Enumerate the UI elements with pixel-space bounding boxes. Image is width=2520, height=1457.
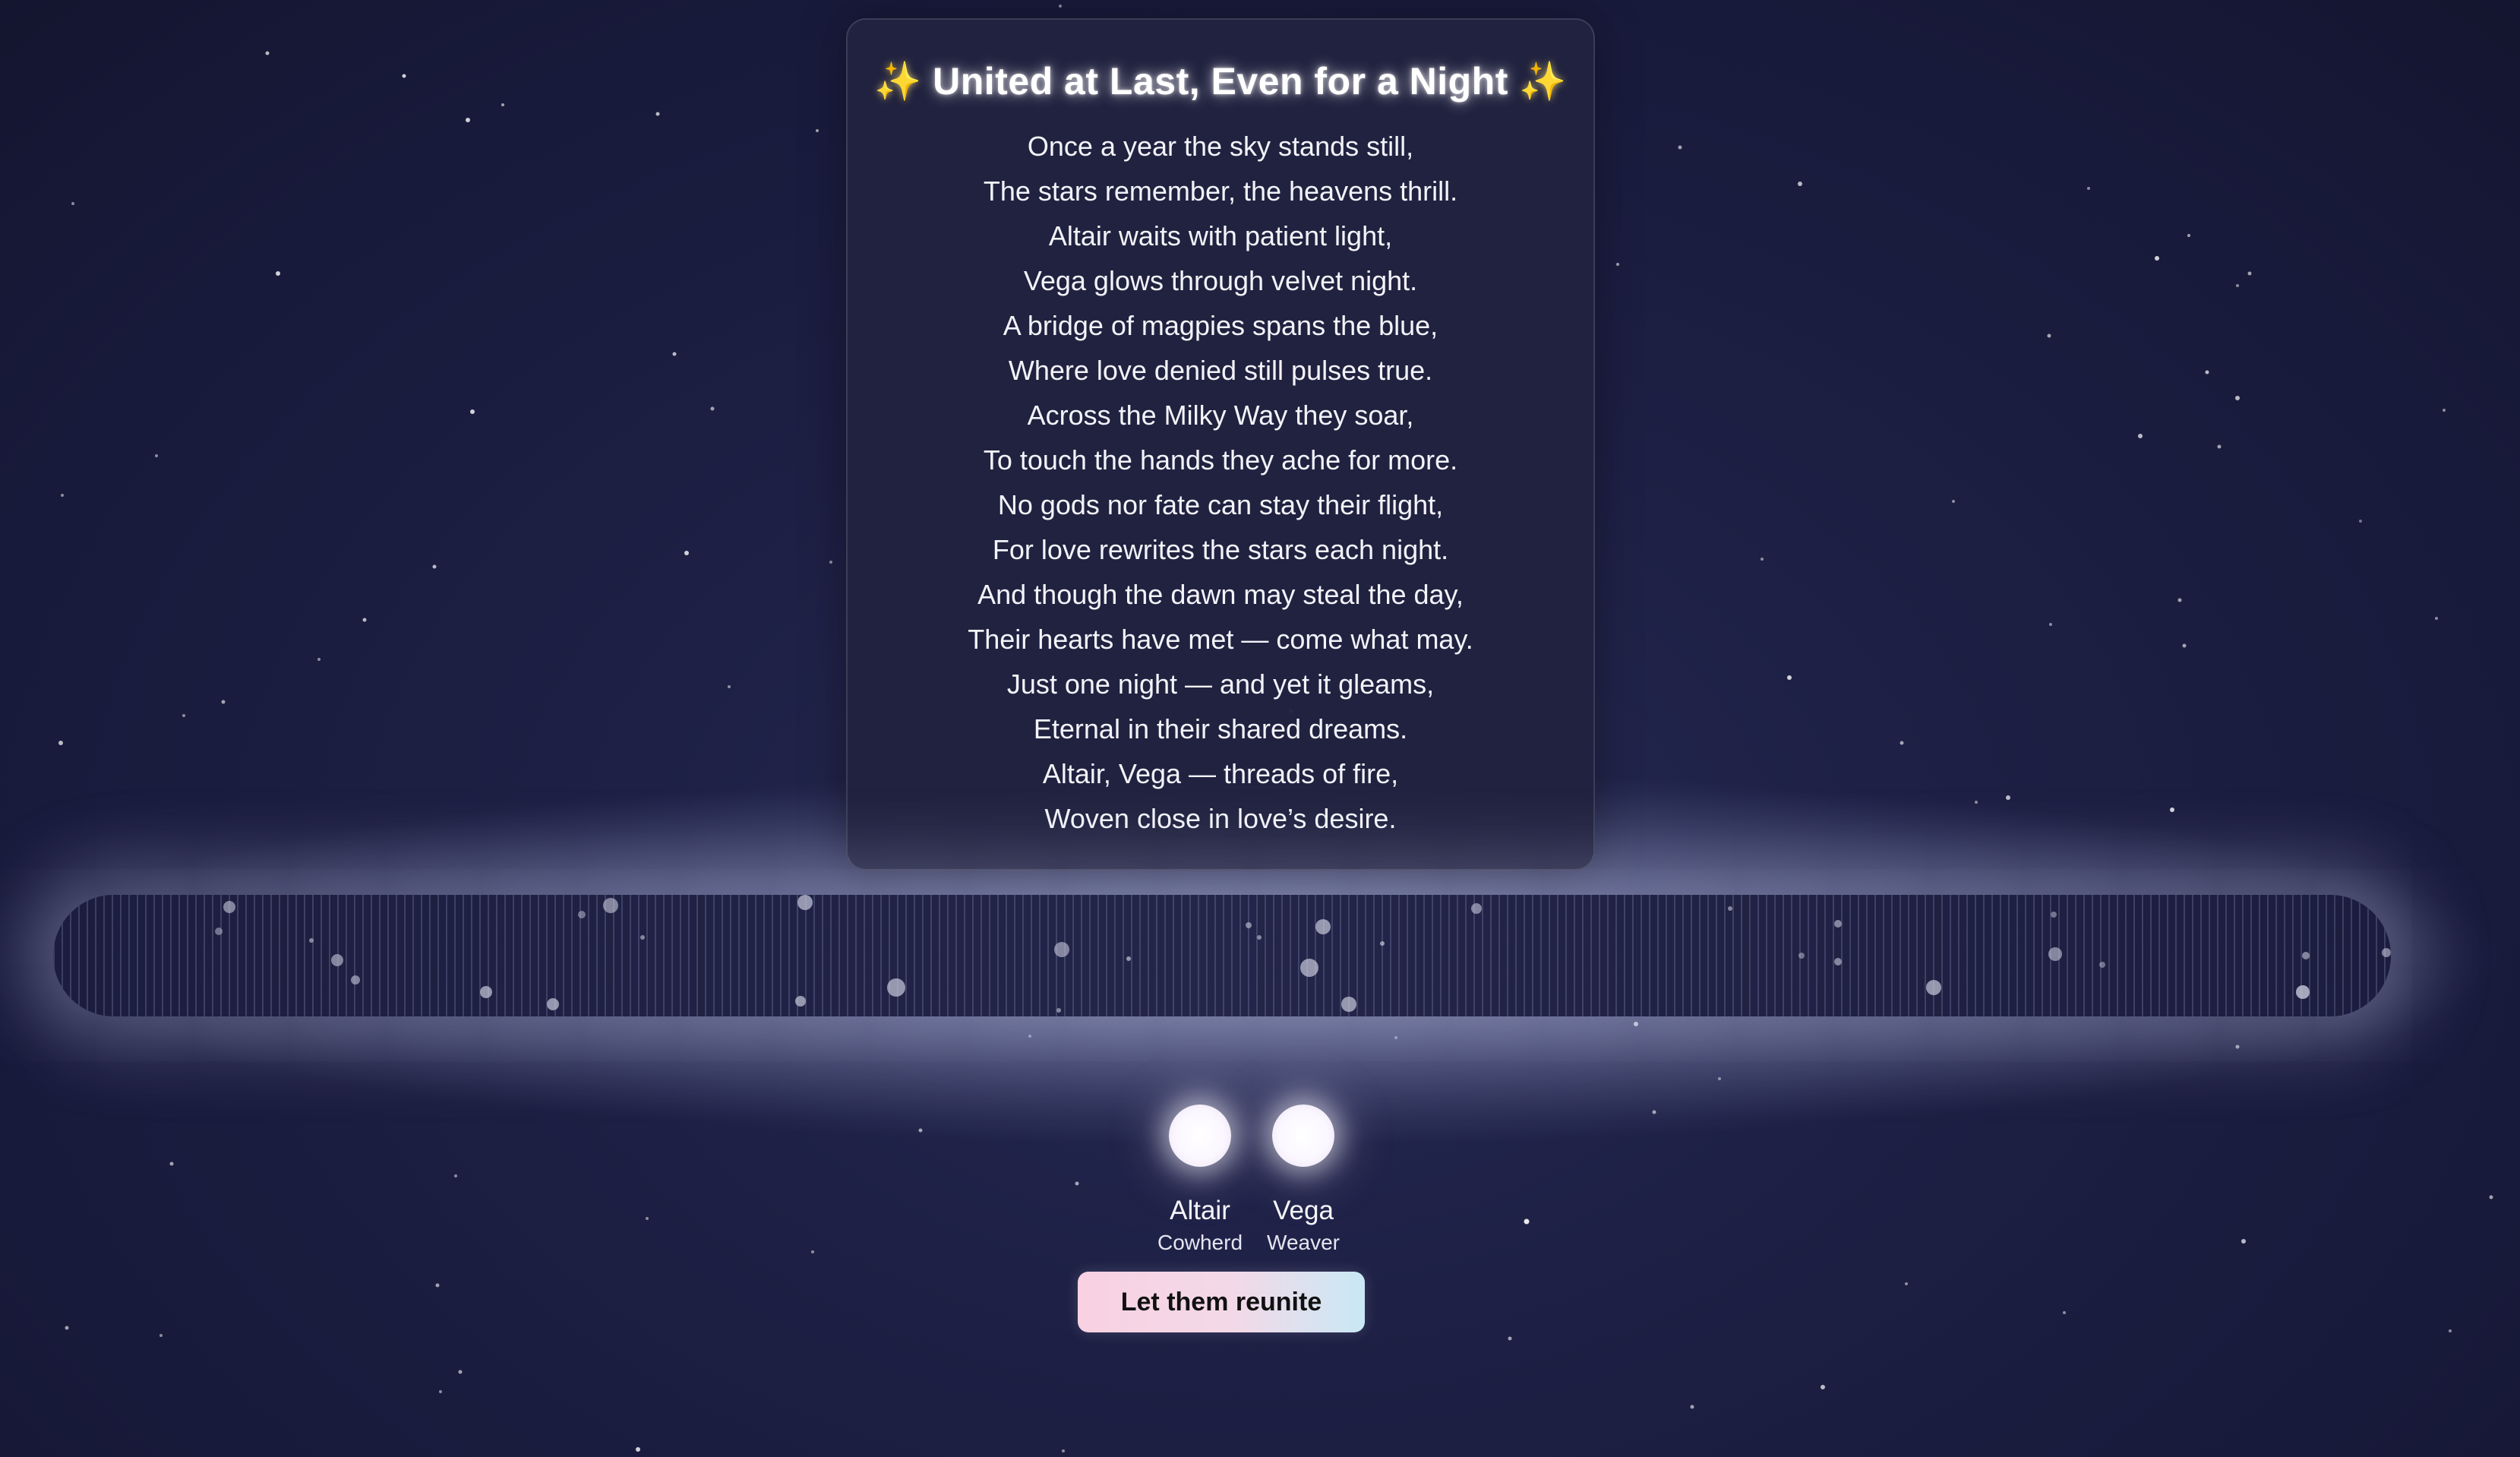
poem-card: ✨ United at Last, Even for a Night ✨ Onc… bbox=[846, 18, 1595, 871]
poem-line: No gods nor fate can stay their flight, bbox=[997, 489, 1444, 520]
poem-line: Just one night — and yet it gleams, bbox=[1006, 668, 1435, 700]
altair-star[interactable] bbox=[1169, 1105, 1231, 1167]
milky-way-band bbox=[53, 895, 2391, 1016]
vega-name: Vega bbox=[1273, 1196, 1334, 1225]
poem-title: United at Last, Even for a Night bbox=[933, 60, 1508, 103]
poem-line: Across the Milky Way they soar, bbox=[1027, 400, 1414, 431]
poem-lines: Once a year the sky stands still, The st… bbox=[848, 124, 1593, 841]
sparkle-right-icon: ✨ bbox=[1519, 60, 1568, 103]
poem-line: Where love denied still pulses true. bbox=[1008, 355, 1433, 386]
milky-way-particles bbox=[62, 895, 2391, 1013]
sparkle-left-icon: ✨ bbox=[873, 60, 922, 103]
reunite-button[interactable]: Let them reunite bbox=[1078, 1272, 1365, 1332]
poem-line: Eternal in their shared dreams. bbox=[1033, 713, 1408, 744]
poem-line: To touch the hands they ache for more. bbox=[983, 444, 1458, 476]
poem-line: Altair, Vega — threads of fire, bbox=[1042, 758, 1399, 789]
poem-line: The stars remember, the heavens thrill. bbox=[983, 175, 1458, 207]
vega-star[interactable] bbox=[1272, 1105, 1334, 1167]
poem-line: For love rewrites the stars each night. bbox=[992, 534, 1449, 565]
poem-line: A bridge of magpies spans the blue, bbox=[1003, 310, 1438, 341]
poem-line: Their hearts have met — come what may. bbox=[968, 624, 1473, 655]
poem-title-heading: ✨ United at Last, Even for a Night ✨ bbox=[848, 59, 1593, 104]
poem-line: Vega glows through velvet night. bbox=[1023, 265, 1418, 296]
poem-line: And though the dawn may steal the day, bbox=[977, 579, 1464, 610]
poem-line: Woven close in love’s desire. bbox=[1044, 803, 1397, 834]
poem-line: Altair waits with patient light, bbox=[1048, 220, 1393, 251]
vega-role: Weaver bbox=[1267, 1231, 1340, 1254]
poem-line: Once a year the sky stands still, bbox=[1027, 131, 1414, 162]
